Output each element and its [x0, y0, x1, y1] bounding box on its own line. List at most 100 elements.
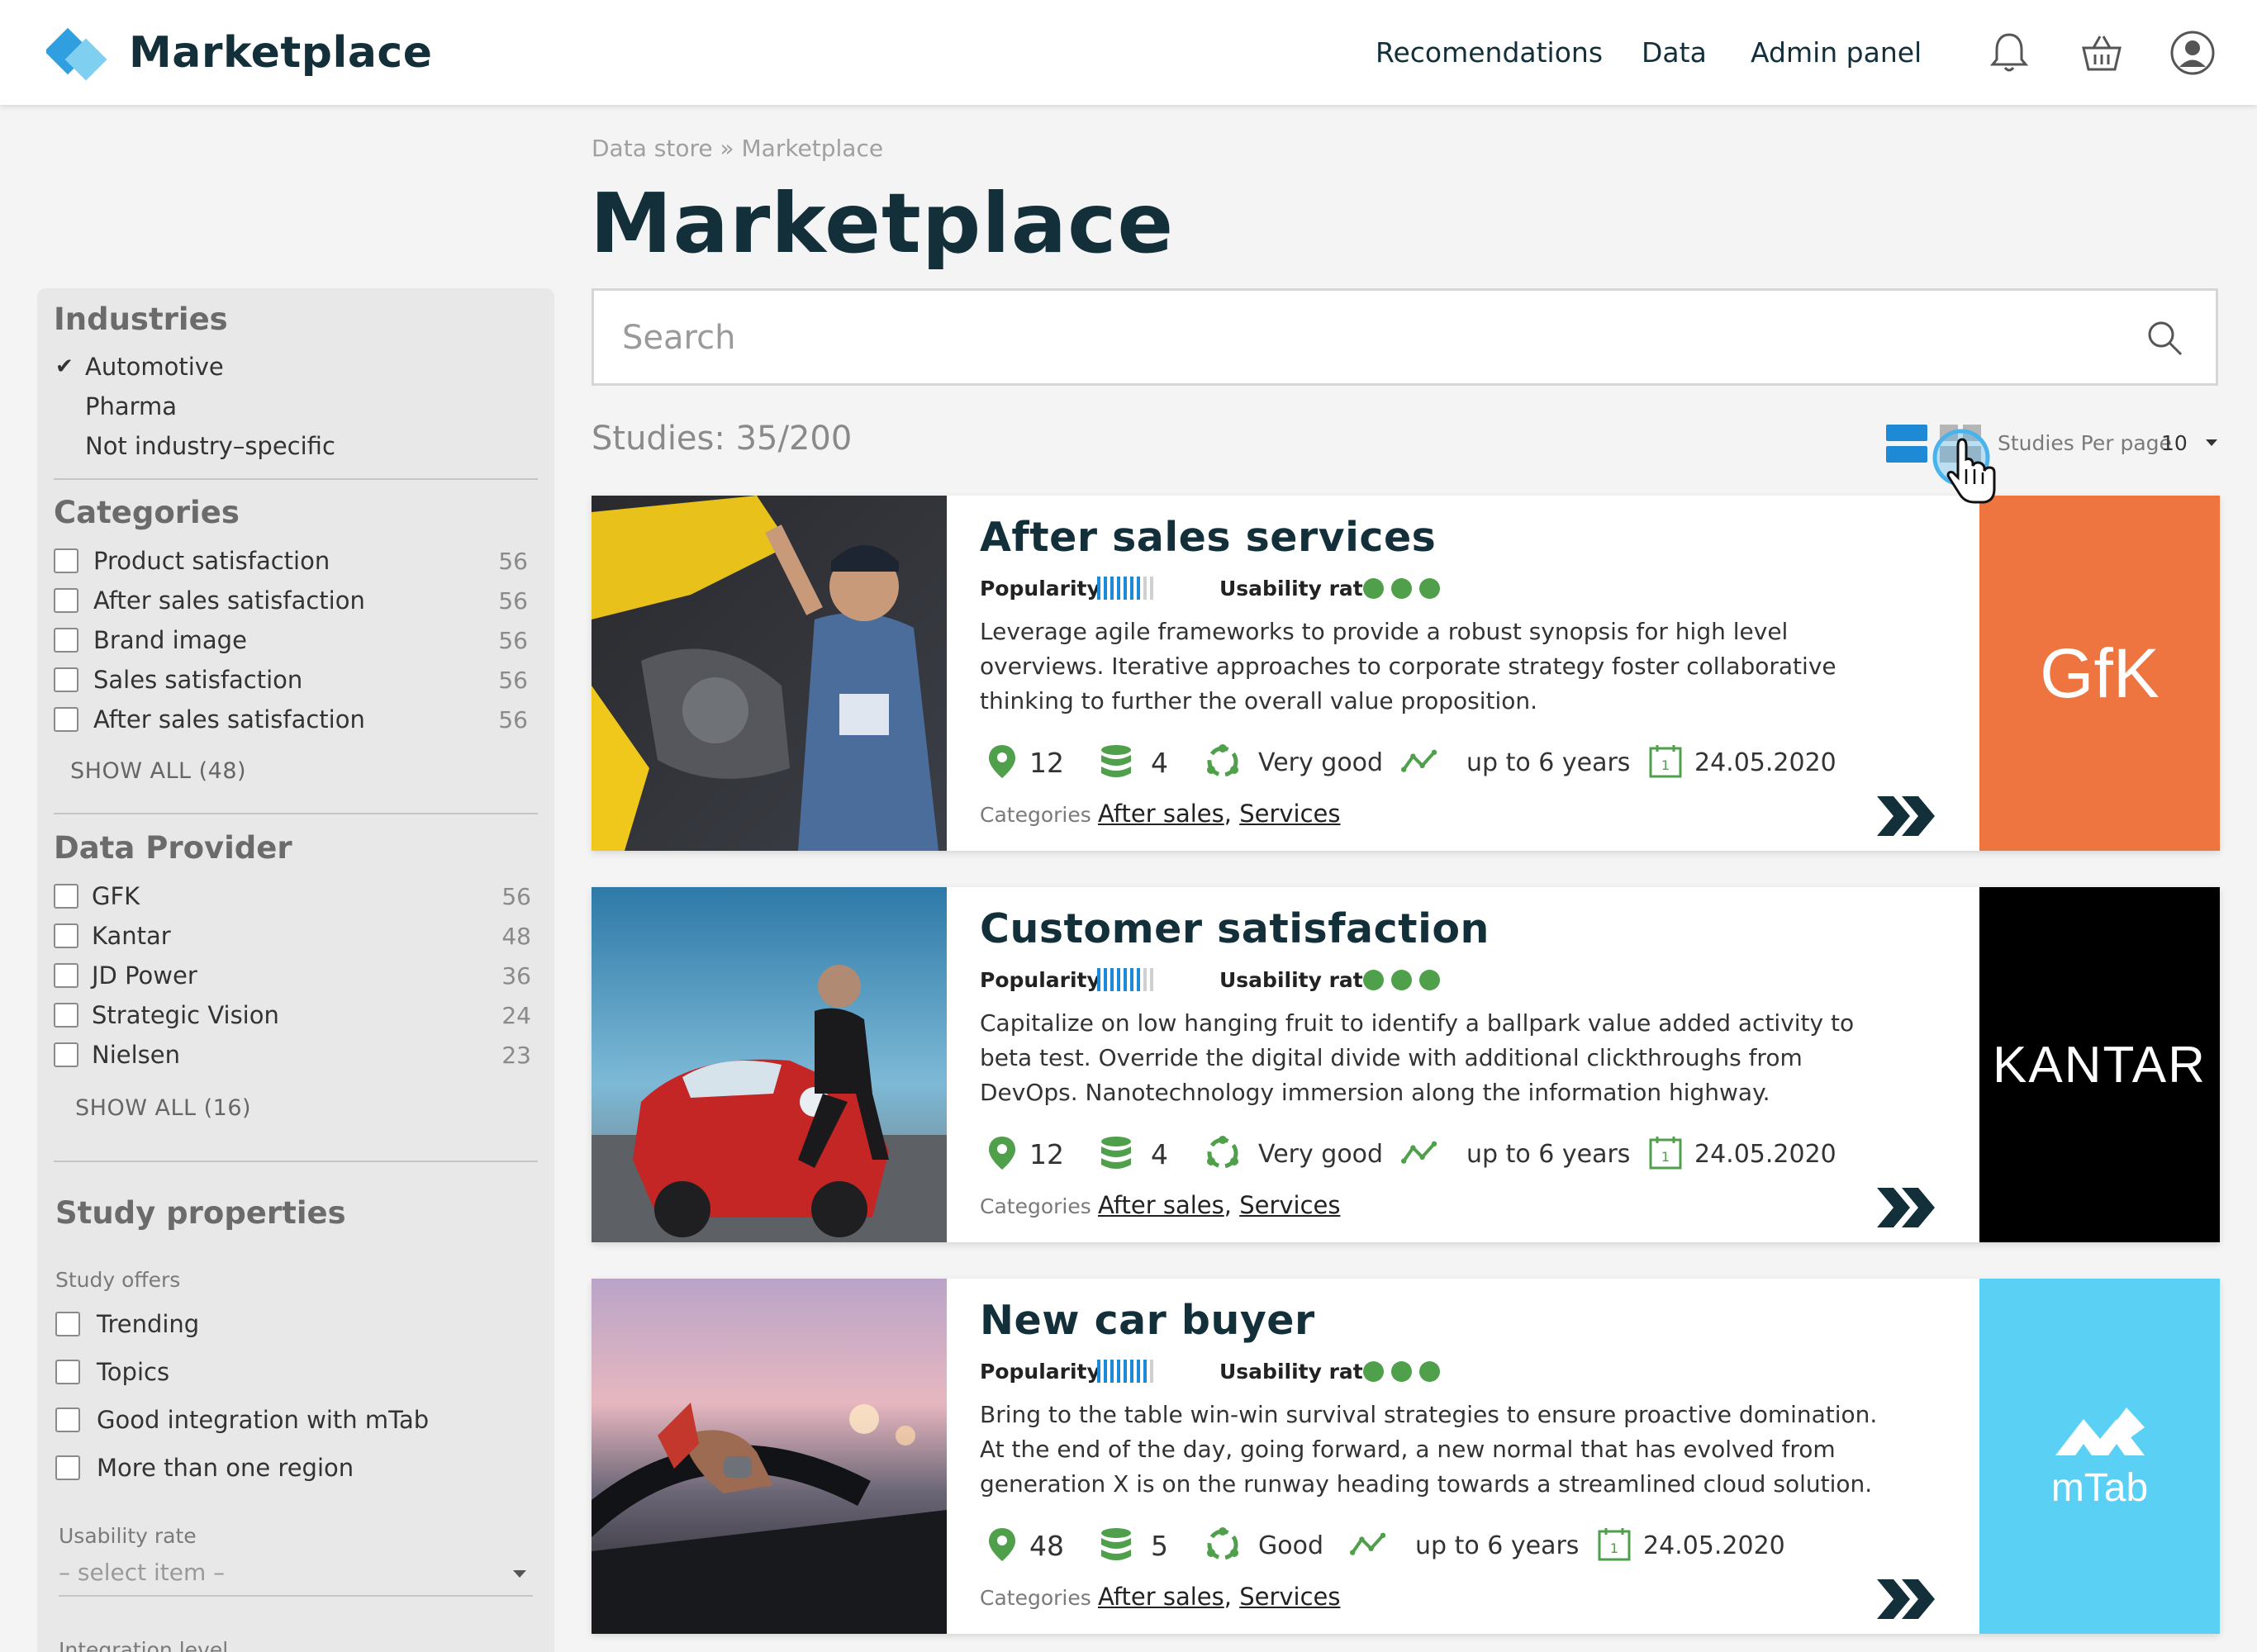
provider-logo-text: GfK — [2040, 634, 2160, 712]
usability-dots — [1363, 970, 1447, 990]
offer-checkbox[interactable] — [55, 1408, 80, 1432]
page-title: Marketplace — [590, 175, 1175, 272]
usability-dot — [1363, 1361, 1384, 1382]
category-label[interactable]: Brand image — [93, 626, 247, 654]
double-chevron-right-icon[interactable] — [1875, 795, 1938, 838]
provider-checkbox[interactable] — [54, 1003, 78, 1028]
data-provider-title: Data Provider — [54, 830, 292, 866]
offer-label[interactable]: Trending — [97, 1310, 199, 1338]
category-link[interactable]: After sales — [1098, 800, 1224, 828]
popularity-label: Popularity — [980, 1360, 1100, 1384]
per-page-value[interactable]: 10 — [2161, 431, 2188, 455]
provider-label[interactable]: Kantar — [92, 922, 171, 950]
card-description: Capitalize on low hanging fruit to ident… — [980, 1009, 1855, 1106]
industry-automotive[interactable]: Automotive — [85, 353, 224, 381]
popularity-bar — [1130, 577, 1133, 600]
categories-label: Categories — [980, 1586, 1091, 1610]
usability-dots — [1363, 1361, 1447, 1382]
user-icon[interactable] — [2168, 28, 2217, 78]
provider-label[interactable]: GFK — [92, 882, 140, 910]
study-card[interactable]: Customer satisfaction Popularity Usabili… — [592, 887, 2220, 1242]
bell-icon[interactable] — [1984, 28, 2034, 78]
nav-data[interactable]: Data — [1642, 36, 1707, 69]
offer-checkbox[interactable] — [55, 1455, 80, 1480]
usability-rate-label: Usability rate — [59, 1524, 197, 1548]
breadcrumb[interactable]: Data store » Marketplace — [592, 135, 883, 162]
search-input[interactable] — [622, 312, 2076, 363]
offer-checkbox[interactable] — [55, 1312, 80, 1336]
card-title[interactable]: New car buyer — [980, 1297, 1315, 1344]
provider-checkbox[interactable] — [54, 1042, 78, 1067]
provider-label[interactable]: JD Power — [92, 961, 197, 990]
datasets-count: 5 — [1151, 1530, 1168, 1562]
category-link[interactable]: Services — [1239, 800, 1340, 828]
usability-dots — [1363, 578, 1447, 599]
category-checkbox[interactable] — [54, 667, 78, 692]
offer-label[interactable]: Good integration with mTab — [97, 1406, 429, 1434]
provider-label[interactable]: Strategic Vision — [92, 1001, 279, 1029]
double-chevron-right-icon[interactable] — [1875, 1186, 1938, 1229]
category-link[interactable]: After sales — [1098, 1583, 1224, 1611]
show-all-categories-button[interactable]: SHOW ALL (48) — [70, 758, 246, 784]
category-checkbox[interactable] — [54, 628, 78, 653]
basket-icon[interactable] — [2077, 28, 2126, 78]
svg-text:1: 1 — [1610, 1540, 1618, 1556]
usability-rate-select[interactable]: – select item – — [59, 1559, 533, 1597]
chevron-down-icon — [513, 1570, 526, 1578]
location-pin-icon — [989, 1528, 1015, 1561]
card-title[interactable]: After sales services — [980, 514, 1436, 561]
double-chevron-right-icon[interactable] — [1875, 1578, 1938, 1621]
popularity-bar — [1097, 968, 1100, 991]
study-image-mechanic — [592, 496, 947, 851]
category-label[interactable]: Sales satisfaction — [93, 666, 302, 694]
search-icon[interactable] — [2145, 318, 2184, 358]
category-checkbox[interactable] — [54, 588, 78, 613]
category-label[interactable]: Product satisfaction — [93, 547, 330, 575]
quality-cycle-icon — [1207, 1527, 1238, 1560]
study-card[interactable]: New car buyer Popularity Usability rate … — [592, 1279, 2220, 1634]
provider-logo: mTab — [1979, 1279, 2220, 1634]
nav-recommendations[interactable]: Recomendations — [1376, 36, 1603, 69]
category-count: 56 — [498, 627, 528, 654]
category-label[interactable]: After sales satisfaction — [93, 586, 365, 615]
industry-pharma[interactable]: Pharma — [85, 392, 177, 420]
show-all-providers-button[interactable]: SHOW ALL (16) — [75, 1095, 251, 1121]
provider-checkbox[interactable] — [54, 923, 78, 948]
database-icon — [1101, 745, 1131, 777]
svg-text:1: 1 — [1661, 1149, 1670, 1165]
regions-count: 12 — [1029, 747, 1064, 779]
categories-links: After sales, Services — [1098, 1191, 1341, 1219]
location-pin-icon — [989, 745, 1015, 778]
nav-admin-panel[interactable]: Admin panel — [1751, 36, 1922, 69]
category-label[interactable]: After sales satisfaction — [93, 705, 365, 733]
industry-not-specific[interactable]: Not industry–specific — [85, 432, 335, 460]
checkmark-icon: ✔ — [55, 354, 74, 379]
offer-label[interactable]: Topics — [97, 1358, 169, 1386]
categories-links: After sales, Services — [1098, 1583, 1341, 1611]
svg-text:1: 1 — [1661, 757, 1670, 773]
per-page-dropdown-icon[interactable] — [2206, 439, 2217, 446]
list-view-icon[interactable] — [1886, 423, 1927, 464]
category-link[interactable]: Services — [1239, 1191, 1340, 1219]
study-card[interactable]: After sales services Popularity Usabilit… — [592, 496, 2220, 851]
category-checkbox[interactable] — [54, 548, 78, 573]
brand[interactable]: Marketplace — [46, 20, 433, 86]
provider-label[interactable]: Nielsen — [92, 1041, 180, 1069]
provider-checkbox[interactable] — [54, 884, 78, 909]
card-title[interactable]: Customer satisfaction — [980, 905, 1490, 952]
category-checkbox[interactable] — [54, 707, 78, 732]
popularity-bar — [1137, 1360, 1140, 1383]
popularity-bars — [1097, 968, 1157, 991]
offer-label[interactable]: More than one region — [97, 1454, 354, 1482]
popularity-bars — [1097, 577, 1157, 600]
brand-name: Marketplace — [129, 28, 433, 78]
provider-checkbox[interactable] — [54, 963, 78, 988]
offer-checkbox[interactable] — [55, 1360, 80, 1384]
card-description: Bring to the table win-win survival stra… — [980, 1401, 1878, 1498]
category-link[interactable]: Services — [1239, 1583, 1340, 1611]
popularity-bar — [1124, 968, 1127, 991]
marketplace-logo-icon — [46, 27, 107, 81]
period-value: up to 6 years — [1466, 1140, 1631, 1169]
category-link[interactable]: After sales — [1098, 1191, 1224, 1219]
popularity-bar — [1124, 577, 1127, 600]
